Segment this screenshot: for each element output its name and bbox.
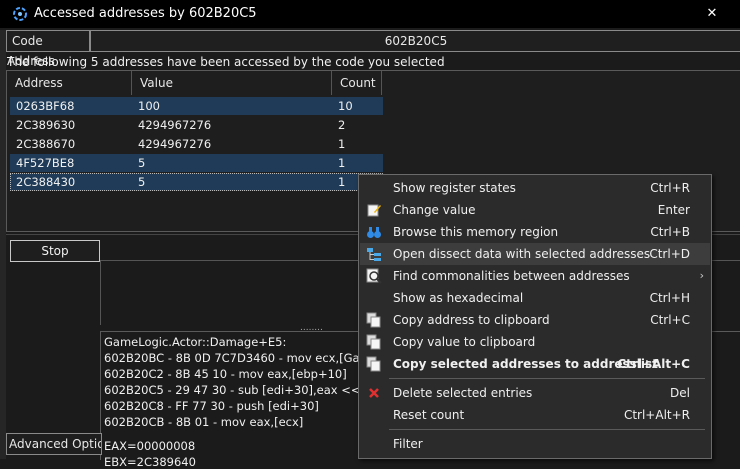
cell-value: 5: [138, 175, 146, 189]
menu-item-label: Copy address to clipboard: [393, 313, 550, 327]
cell-value: 4294967276: [138, 118, 212, 132]
menu-item-label: Open dissect data with selected addresse…: [393, 247, 651, 261]
app-logo-icon: [13, 7, 27, 21]
menu-item-shortcut: Ctrl+Alt+R: [623, 408, 690, 422]
asm-line: 602B20C8 - FF 77 30 - push [edi+30]: [104, 399, 319, 413]
menu-item-shortcut: Ctrl+C: [650, 313, 690, 327]
context-menu: Show register states Ctrl+R Change value…: [358, 174, 712, 459]
copy-icon: [366, 334, 381, 350]
menu-item-copy-address[interactable]: Copy address to clipboard Ctrl+C: [360, 309, 710, 331]
asm-line: EBX=2C389640: [104, 455, 196, 469]
menu-item-filter[interactable]: Filter: [360, 433, 710, 455]
menu-item-show-register-states[interactable]: Show register states Ctrl+R: [360, 177, 710, 199]
cell-count: 1: [338, 156, 346, 170]
advanced-options-button[interactable]: Advanced Options: [6, 433, 102, 455]
menu-item-reset-count[interactable]: Reset count Ctrl+Alt+R: [360, 404, 710, 426]
code-address-label: Code Address: [6, 30, 90, 68]
menu-item-show-as-hexadecimal[interactable]: Show as hexadecimal Ctrl+H: [360, 287, 710, 309]
table-row[interactable]: 2C389630 4294967276 2: [10, 116, 383, 134]
menu-item-copy-to-addresslist[interactable]: Copy selected addresses to addresslist C…: [360, 353, 710, 375]
copy-icon: [366, 312, 381, 328]
menu-item-label: Filter: [393, 437, 423, 451]
menu-item-shortcut: Enter: [657, 203, 690, 217]
code-address-value[interactable]: 602B20C5: [90, 30, 740, 52]
menu-item-change-value[interactable]: Change value Enter: [360, 199, 710, 221]
info-text: The following 5 addresses have been acce…: [7, 55, 445, 69]
window-title: Accessed addresses by 602B20C5: [34, 6, 257, 21]
menu-separator: [389, 429, 705, 430]
menu-item-find-commonalities[interactable]: Find commonalities between addresses ›: [360, 265, 710, 287]
cell-address: 2C388430: [16, 175, 76, 189]
menu-item-browse-memory-region[interactable]: Browse this memory region Ctrl+B: [360, 221, 710, 243]
asm-line: GameLogic.Actor::Damage+E5:: [104, 335, 287, 349]
cell-address: 2C389630: [16, 118, 76, 132]
binoculars-icon: [367, 227, 381, 238]
cell-count: 1: [338, 137, 346, 151]
table-row[interactable]: 4F527BE8 5 1: [10, 154, 383, 172]
menu-item-shortcut: Ctrl+Alt+C: [617, 357, 690, 371]
search-icon: [366, 268, 382, 284]
menu-item-label: Browse this memory region: [393, 225, 559, 239]
menu-item-label: Delete selected entries: [393, 386, 533, 400]
edit-icon: [367, 204, 381, 217]
asm-line: 602B20C5 - 29 47 30 - sub [edi+30],eax <…: [104, 383, 361, 397]
cell-value: 100: [138, 99, 160, 113]
menu-item-label: Find commonalities between addresses: [393, 269, 630, 283]
menu-item-shortcut: Del: [670, 386, 690, 400]
column-header-value[interactable]: Value: [132, 71, 332, 95]
delete-icon: [369, 388, 379, 398]
menu-item-label: Show as hexadecimal: [393, 291, 524, 305]
menu-item-label: Reset count: [393, 408, 465, 422]
structure-icon: [367, 248, 381, 261]
menu-item-copy-value[interactable]: Copy value to clipboard: [360, 331, 710, 353]
asm-line: 602B20C2 - 8B 45 10 - mov eax,[ebp+10]: [104, 367, 347, 381]
cell-value: 4294967276: [138, 137, 212, 151]
menu-item-delete-selected[interactable]: Delete selected entries Del: [360, 382, 710, 404]
menu-item-shortcut: Ctrl+R: [650, 181, 690, 195]
cell-address: 4F527BE8: [16, 156, 75, 170]
menu-item-shortcut: Ctrl+H: [649, 291, 690, 305]
table-row[interactable]: 0263BF68 100 10: [10, 97, 383, 115]
menu-separator: [389, 378, 705, 379]
asm-line: 602B20CB - 8B 01 - mov eax,[ecx]: [104, 415, 304, 429]
asm-line: EAX=00000008: [104, 439, 196, 453]
menu-item-open-dissect-data[interactable]: Open dissect data with selected addresse…: [360, 243, 710, 265]
column-header-address[interactable]: Address: [7, 71, 132, 95]
menu-item-label: Change value: [393, 203, 476, 217]
copy-icon: [366, 356, 381, 372]
cell-count: 10: [338, 99, 353, 113]
close-icon[interactable]: ✕: [700, 4, 724, 24]
cell-address: 0263BF68: [16, 99, 75, 113]
menu-item-label: Copy value to clipboard: [393, 335, 536, 349]
table-row[interactable]: 2C388670 4294967276 1: [10, 135, 383, 153]
submenu-arrow-icon: ›: [699, 269, 704, 282]
cell-value: 5: [138, 156, 146, 170]
menu-item-shortcut: Ctrl+D: [649, 247, 690, 261]
cell-address: 2C388670: [16, 137, 76, 151]
column-header-count[interactable]: Count: [332, 71, 382, 95]
cell-count: 1: [338, 175, 346, 189]
cell-count: 2: [338, 118, 346, 132]
menu-item-shortcut: Ctrl+B: [650, 225, 690, 239]
table-row[interactable]: 2C388430 5 1: [10, 173, 383, 191]
menu-item-label: Show register states: [393, 181, 516, 195]
stop-button[interactable]: Stop: [10, 240, 100, 262]
